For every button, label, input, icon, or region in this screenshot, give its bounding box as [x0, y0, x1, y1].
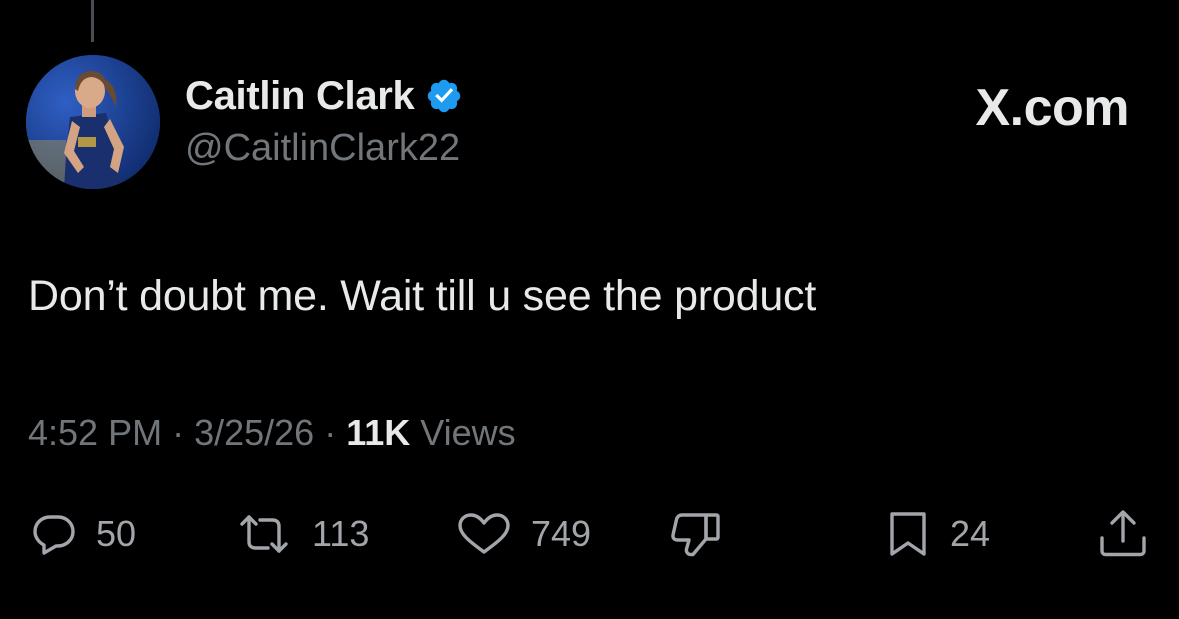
verified-badge-icon — [427, 79, 460, 113]
like-icon — [458, 513, 510, 554]
tweet-date[interactable]: 3/25/26 — [194, 412, 314, 454]
share-button[interactable] — [1096, 506, 1150, 562]
thread-connector-line — [91, 0, 94, 42]
avatar[interactable] — [26, 55, 160, 189]
bookmark-count: 24 — [950, 513, 991, 554]
x-com-watermark: X.com — [975, 79, 1129, 137]
author-handle[interactable]: @CaitlinClark22 — [185, 127, 460, 170]
dislike-button[interactable] — [668, 506, 724, 562]
meta-separator: · — [172, 412, 185, 453]
views-label: Views — [420, 412, 516, 453]
author-name-row[interactable]: Caitlin Clark — [185, 73, 463, 119]
tweet-meta: 4:52 PM · 3/25/26 · 11K Views — [28, 412, 516, 454]
like-button[interactable]: 749 — [455, 506, 591, 562]
bookmark-button[interactable]: 24 — [884, 506, 990, 562]
tweet-text: Don’t doubt me. Wait till u see the prod… — [28, 272, 817, 320]
avatar-photo — [26, 55, 160, 189]
reply-button[interactable]: 50 — [30, 506, 136, 562]
share-icon — [1100, 510, 1146, 557]
bookmark-icon — [890, 512, 926, 556]
views-count: 11K — [346, 412, 411, 453]
meta-separator: · — [324, 412, 337, 453]
repost-count: 113 — [312, 513, 370, 554]
like-count: 749 — [531, 513, 592, 554]
repost-icon — [240, 515, 288, 553]
repost-button[interactable]: 113 — [234, 506, 369, 562]
reply-icon — [33, 515, 75, 555]
tweet-time[interactable]: 4:52 PM — [28, 412, 162, 454]
dislike-icon — [671, 513, 720, 557]
author-display-name[interactable]: Caitlin Clark — [185, 74, 415, 119]
reply-count: 50 — [96, 513, 137, 554]
